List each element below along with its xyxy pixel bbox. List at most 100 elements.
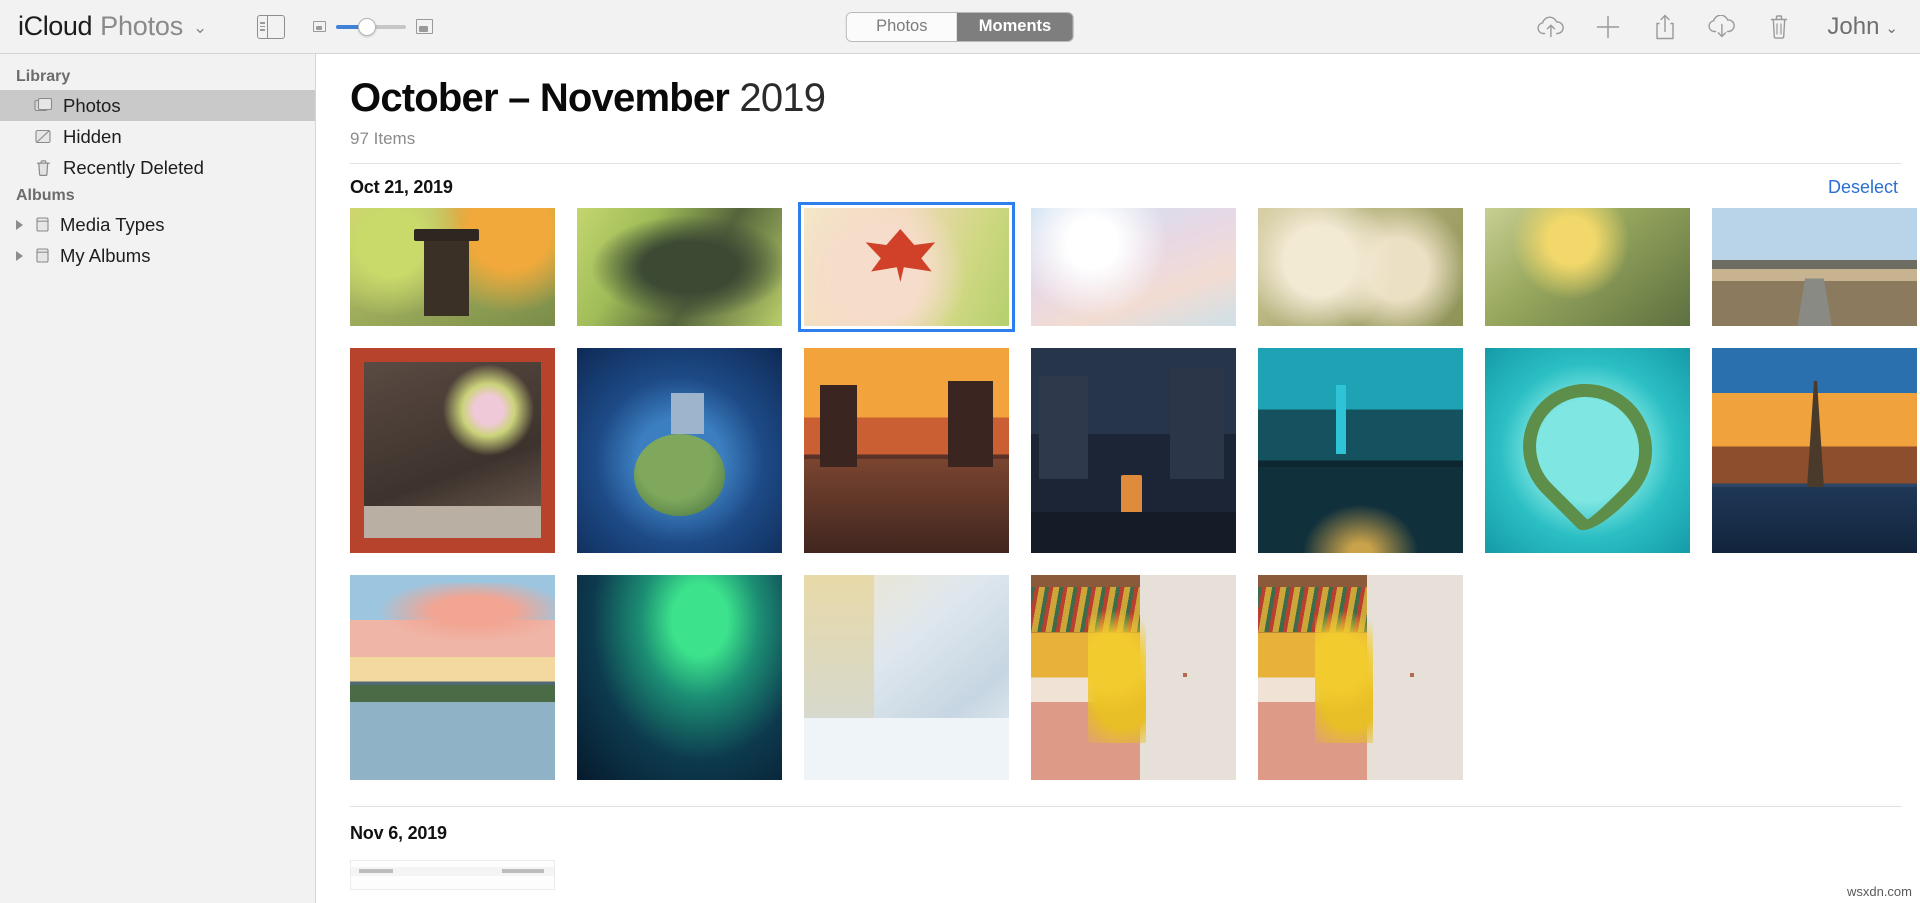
page-header: October – November 2019 97 Items [332, 54, 1920, 149]
photo-thumbnail-partial[interactable] [350, 859, 555, 890]
deselect-button[interactable]: Deselect [1828, 177, 1898, 198]
photo-image [1712, 207, 1917, 326]
toolbar: iCloud Photos ⌄ Photos Moments John ⌄ [0, 0, 1920, 54]
photo-thumbnail[interactable] [1485, 347, 1690, 553]
photo-image [804, 207, 1009, 326]
photo-detail [502, 868, 544, 873]
photo-thumbnail[interactable] [1031, 347, 1236, 553]
photo-grid-row [332, 201, 1920, 332]
photo-image [804, 574, 1009, 780]
photo-image [1258, 574, 1463, 780]
photo-thumbnail[interactable] [804, 347, 1009, 553]
sidebar-item-label: Recently Deleted [63, 156, 204, 178]
section-date-label: Nov 6, 2019 [350, 822, 447, 843]
cloud-upload-icon[interactable] [1536, 12, 1566, 42]
section-header: Nov 6, 2019 [332, 807, 1920, 854]
watermark-label: wsxdn.com [1846, 884, 1912, 899]
thumbnail-size-slider-group[interactable] [313, 17, 434, 36]
hidden-eye-slash-icon [34, 128, 53, 145]
photo-image [1258, 207, 1463, 326]
trash-icon [34, 159, 53, 177]
item-count-label: 97 Items [350, 128, 416, 148]
moment-section-oct-21: Oct 21, 2019 Deselect [332, 162, 1920, 780]
photo-image [1031, 574, 1236, 780]
photo-thumbnail[interactable] [1712, 207, 1917, 326]
album-folder-icon [33, 216, 52, 233]
sidebar-item-media-types[interactable]: Media Types [0, 209, 315, 240]
sidebar-item-recently-deleted[interactable]: Recently Deleted [0, 152, 315, 183]
disclosure-triangle-icon[interactable] [16, 250, 23, 261]
toolbar-actions: John ⌄ [1536, 12, 1898, 42]
section-date-label: Oct 21, 2019 [350, 176, 453, 197]
chevron-down-icon: ⌄ [1885, 19, 1898, 37]
photo-thumbnail[interactable] [577, 207, 782, 326]
icloud-photos-window: iCloud Photos ⌄ Photos Moments John ⌄ Li… [0, 0, 1920, 903]
photo-image [1485, 347, 1690, 553]
sidebar-item-my-albums[interactable]: My Albums [0, 240, 315, 271]
slider-knob[interactable] [358, 17, 377, 36]
photos-stack-icon [34, 97, 53, 114]
large-photo-icon [416, 19, 434, 34]
photo-image [350, 574, 555, 780]
tab-moments[interactable]: Moments [956, 12, 1074, 41]
page-title-range: October – November [350, 76, 730, 120]
sidebar: Library Photos Hidden Recently Deleted A… [0, 54, 316, 903]
page-title: October – November 2019 [350, 76, 1920, 121]
trash-icon[interactable] [1764, 12, 1794, 42]
photo-thumbnail[interactable] [350, 347, 555, 553]
photo-thumbnail[interactable] [577, 347, 782, 553]
sidebar-group-albums-title: Albums [16, 187, 75, 204]
photo-thumbnail[interactable] [1031, 574, 1236, 780]
photo-image [1031, 207, 1236, 326]
disclosure-triangle-icon[interactable] [16, 219, 23, 230]
user-name-label: John [1827, 12, 1880, 40]
photo-thumbnail[interactable] [1258, 207, 1463, 326]
photo-thumbnail[interactable] [1031, 207, 1236, 326]
section-header: Oct 21, 2019 Deselect [332, 164, 1920, 208]
photo-thumbnail[interactable] [577, 574, 782, 780]
photo-thumbnail[interactable] [1258, 574, 1463, 780]
row-spacer [332, 326, 1920, 348]
album-folder-icon [33, 247, 52, 264]
photo-image [577, 574, 782, 780]
photo-image [1712, 347, 1917, 553]
photo-image [577, 207, 782, 326]
user-menu[interactable]: John ⌄ [1827, 13, 1898, 41]
photo-image [350, 347, 555, 553]
sidebar-group-library-title: Library [16, 68, 71, 85]
photo-thumbnail[interactable] [350, 574, 555, 780]
photo-grid-row [332, 574, 1920, 780]
chevron-down-icon[interactable]: ⌄ [193, 18, 207, 38]
sidebar-item-photos[interactable]: Photos [0, 90, 315, 121]
share-icon[interactable] [1650, 12, 1680, 42]
thumbnail-size-slider[interactable] [336, 17, 407, 36]
photo-thumbnail[interactable] [1258, 347, 1463, 553]
photo-library-content: October – November 2019 97 Items Oct 21,… [316, 54, 1920, 903]
cloud-download-icon[interactable] [1707, 12, 1737, 42]
add-plus-icon[interactable] [1593, 12, 1623, 42]
app-brand[interactable]: iCloud Photos ⌄ [18, 11, 207, 42]
photo-thumbnail[interactable] [350, 207, 555, 326]
sidebar-item-label: Photos [63, 94, 121, 116]
row-spacer [332, 553, 1920, 575]
tab-photos[interactable]: Photos [846, 12, 957, 41]
photo-thumbnail[interactable] [1485, 207, 1690, 326]
photo-thumbnail-selected[interactable] [798, 201, 1015, 332]
sidebar-toggle-pane [258, 15, 269, 38]
photo-image [1031, 347, 1236, 553]
photo-thumbnail[interactable] [804, 574, 1009, 780]
view-mode-segmented-control[interactable]: Photos Moments [845, 11, 1075, 42]
photo-thumbnail[interactable] [1712, 347, 1917, 553]
sidebar-item-hidden[interactable]: Hidden [0, 121, 315, 152]
sidebar-item-label: Hidden [63, 125, 122, 147]
photo-image [1258, 347, 1463, 553]
photo-image [350, 207, 555, 326]
photo-detail [359, 868, 393, 873]
photo-image [804, 347, 1009, 553]
brand-photos-label: Photos [100, 11, 184, 41]
moment-section-nov-6: Nov 6, 2019 [332, 805, 1920, 890]
sidebar-toggle-icon[interactable] [257, 14, 286, 39]
page-title-year: 2019 [739, 76, 826, 120]
photo-image [577, 347, 782, 553]
window-body: Library Photos Hidden Recently Deleted A… [0, 54, 1920, 903]
